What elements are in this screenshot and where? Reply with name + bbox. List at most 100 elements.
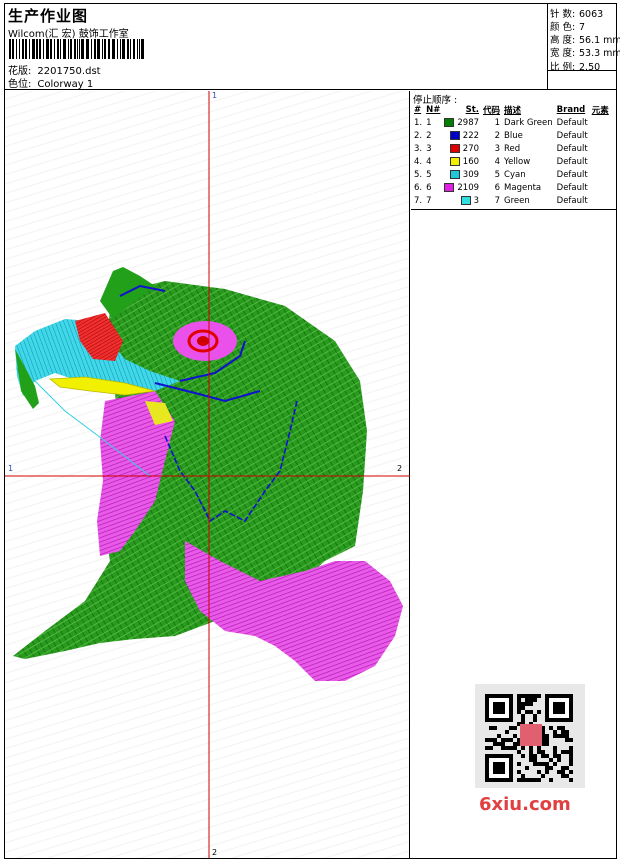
color-count-stat: 颜 色: 7 [550,22,586,33]
qr-module [497,734,501,738]
row-description-cell: Dark Green [502,116,555,129]
qr-module [529,694,533,698]
row-brand: Default [556,143,588,154]
barcode-bar [36,39,38,59]
row-description: Blue [504,130,523,141]
qr-module [505,738,509,742]
row-code-cell: 7 [481,194,502,207]
stitch-count-stat: 针 数: 6063 [550,9,604,20]
row-code-cell: 3 [481,142,502,155]
row-index-cell: 4. [412,155,424,168]
qr-module [553,730,557,734]
row-element-cell [590,181,611,194]
barcode-bar [139,39,140,59]
row-number-cell: 1 [424,116,442,129]
qr-module [565,738,569,742]
qr-module [545,762,549,766]
table-row: 1. 1 2987 1 Dark Green Default [412,116,611,129]
row-stitches: 3 [473,195,480,206]
row-stitches: 309 [462,169,480,180]
qr-module [505,730,509,734]
row-brand-cell: Default [555,129,590,142]
row-brand: Default [556,169,588,180]
design-preview-canvas: 1 2 1 2 [5,91,410,858]
width-value: 53.3 mm [579,48,620,59]
qr-module [525,778,529,782]
table-row: 6. 6 2109 6 Magenta Default [412,181,611,194]
row-index: 7. [414,195,423,206]
qr-module [569,770,573,774]
row-description-cell: Red [502,142,555,155]
qr-module [513,734,517,738]
row-index: 5. [414,169,423,180]
qr-module [537,710,541,714]
qr-module [561,734,565,738]
qr-module [569,750,573,754]
qr-module [529,746,533,750]
qr-module [529,698,533,702]
barcode-bar [104,39,106,59]
colorway-line: 色位: Colorway 1 [8,75,99,90]
qr-module [569,754,573,758]
qr-finder [553,702,565,714]
row-number: 3 [426,143,432,154]
row-description: Magenta [504,182,542,193]
qr-module [517,778,521,782]
barcode-bar [117,39,118,59]
qr-module [517,710,521,714]
colorway-label: 色位: [8,79,32,90]
qr-module [529,754,533,758]
qr-module [541,762,545,766]
row-number: 5 [426,169,432,180]
qr-module [513,746,517,750]
row-description: Dark Green [504,117,553,128]
qr-module [569,762,573,766]
color-swatch [444,182,455,192]
barcode-bar [19,39,20,59]
row-index: 4. [414,156,423,167]
colorway-value: Colorway 1 [37,79,94,90]
color-swatch [460,195,471,205]
qr-module [529,778,533,782]
qr-module [541,774,545,778]
row-element-cell [590,194,611,207]
qr-module [505,746,509,750]
barcode-bar [86,39,89,59]
qr-module [533,694,537,698]
row-stitches-cell: 222 [442,129,481,142]
qr-finder [493,702,505,714]
qr-module [521,718,525,722]
col-header-element: 元素 [591,105,609,116]
qr-module [553,762,557,766]
row-code: 4 [494,156,501,167]
qr-module [533,778,537,782]
barcode-bar [122,39,125,59]
row-element-cell [590,142,611,155]
row-description-cell: Blue [502,129,555,142]
row-index-cell: 2. [412,129,424,142]
row-element-cell [590,116,611,129]
col-header-number: N# [426,104,441,115]
qr-module [533,754,537,758]
row-stitches-cell: 270 [442,142,481,155]
row-index: 3. [414,143,423,154]
row-description-cell: Green [502,194,555,207]
stats-box: 针 数: 6063 颜 色: 7 高 度: 56.1 mm 宽 度: 53.3 mm 比… [547,4,620,90]
qr-module [553,734,557,738]
qr-module [529,758,533,762]
row-index-cell: 3. [412,142,424,155]
row-brand-cell: Default [555,168,590,181]
table-row: 7. 7 3 7 Green Default [412,194,611,207]
qr-module [533,758,537,762]
qr-module [537,694,541,698]
qr-module [497,742,501,746]
row-code-cell: 6 [481,181,502,194]
barcode-bar [74,39,76,59]
qr-module [493,742,497,746]
row-stitches-cell: 160 [442,155,481,168]
axis-label-bottom: 2 [212,848,218,857]
row-stitches: 2109 [457,182,480,193]
row-number-cell: 3 [424,142,442,155]
barcode-bar [108,39,110,59]
row-number-cell: 4 [424,155,442,168]
